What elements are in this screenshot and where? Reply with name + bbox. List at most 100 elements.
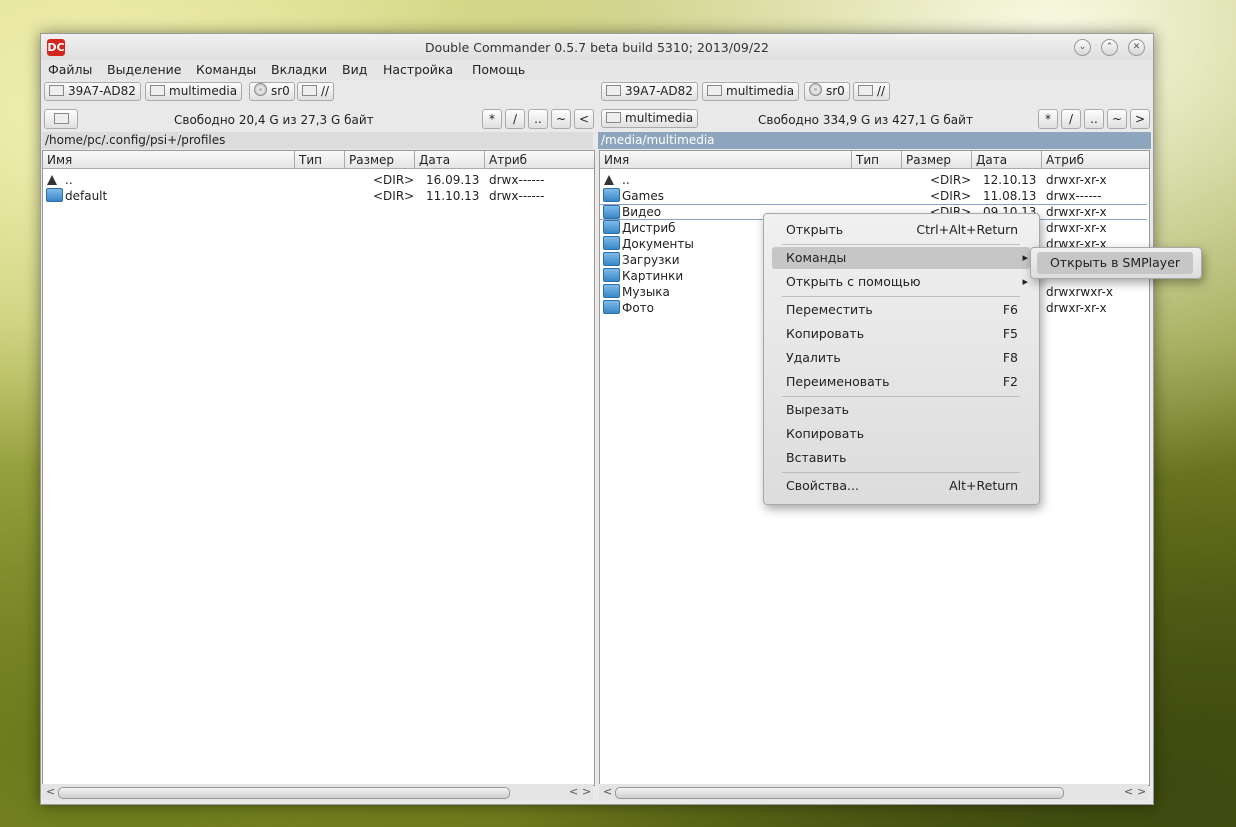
column-size[interactable]: Размер bbox=[345, 151, 415, 169]
left-root-button[interactable]: * bbox=[482, 109, 502, 129]
menu-item-paste[interactable]: Вставить bbox=[772, 447, 1030, 469]
right-path[interactable]: /media/multimedia bbox=[598, 132, 1151, 149]
left-free-space: Свободно 20,4 G из 27,3 G байт bbox=[174, 113, 374, 127]
scroll-right-icon[interactable]: > bbox=[582, 785, 591, 798]
drive-button[interactable]: multimedia bbox=[145, 82, 243, 101]
column-type[interactable]: Тип bbox=[295, 151, 345, 169]
folder-icon bbox=[603, 188, 620, 204]
folder-icon bbox=[603, 205, 620, 220]
drive-icon bbox=[707, 85, 722, 96]
scroll-left-icon[interactable]: < bbox=[603, 785, 612, 798]
folder-icon bbox=[603, 252, 620, 268]
table-row[interactable]: .. <DIR> 16.09.13 drwx------ bbox=[43, 172, 594, 188]
cdrom-icon bbox=[809, 83, 822, 96]
scroll-thumb[interactable] bbox=[615, 787, 1064, 799]
left-copy-path-button[interactable]: < bbox=[574, 109, 594, 129]
column-size[interactable]: Размер bbox=[902, 151, 972, 169]
right-copy-path-button[interactable]: > bbox=[1130, 109, 1150, 129]
menu-item-copy-clipboard[interactable]: Копировать bbox=[772, 423, 1030, 445]
menu-item-delete[interactable]: Удалить F8 bbox=[772, 347, 1030, 369]
scroll-thumb[interactable] bbox=[58, 787, 510, 799]
menu-bar: Файлы Выделение Команды Вкладки Вид Наст… bbox=[41, 60, 1153, 80]
maximize-icon[interactable]: ⌃ bbox=[1101, 39, 1118, 56]
title-bar[interactable]: DC Double Commander 0.5.7 beta build 531… bbox=[41, 34, 1153, 60]
network-icon bbox=[302, 85, 317, 96]
drive-button[interactable]: 39A7-AD82 bbox=[44, 82, 141, 101]
up-icon bbox=[47, 172, 57, 188]
right-home-button[interactable]: ~ bbox=[1107, 109, 1127, 129]
table-row[interactable]: Games <DIR> 11.08.13 drwx------ bbox=[600, 188, 1149, 204]
right-up-button[interactable]: .. bbox=[1084, 109, 1104, 129]
drive-button[interactable]: multimedia bbox=[702, 82, 800, 101]
folder-icon bbox=[603, 268, 620, 284]
submenu-arrow-icon: ▸ bbox=[1022, 251, 1028, 264]
menu-item-open-in-smplayer[interactable]: Открыть в SMPlayer bbox=[1037, 252, 1193, 274]
column-name[interactable]: Имя bbox=[43, 151, 295, 169]
menu-help[interactable]: Помощь bbox=[472, 62, 525, 77]
commands-submenu: Открыть в SMPlayer bbox=[1030, 247, 1202, 279]
window-title: Double Commander 0.5.7 beta build 5310; … bbox=[424, 40, 769, 55]
drive-icon bbox=[606, 85, 621, 96]
drive-button[interactable]: sr0 bbox=[249, 82, 295, 101]
menu-item-open[interactable]: Открыть Ctrl+Alt+Return bbox=[772, 219, 1030, 241]
folder-icon bbox=[603, 220, 620, 236]
right-root-button[interactable]: * bbox=[1038, 109, 1058, 129]
left-horizontal-scrollbar[interactable]: < < > bbox=[42, 784, 593, 800]
cdrom-icon bbox=[254, 83, 267, 96]
column-name[interactable]: Имя bbox=[600, 151, 852, 169]
column-date[interactable]: Дата bbox=[415, 151, 485, 169]
menu-item-commands[interactable]: Команды ▸ bbox=[772, 247, 1030, 269]
drive-button[interactable]: sr0 bbox=[804, 82, 850, 101]
left-home-button[interactable]: ~ bbox=[551, 109, 571, 129]
menu-tabs[interactable]: Вкладки bbox=[271, 62, 327, 77]
drive-button[interactable]: // bbox=[853, 82, 891, 101]
folder-icon bbox=[46, 188, 63, 204]
menu-separator bbox=[782, 296, 1020, 297]
column-type[interactable]: Тип bbox=[852, 151, 902, 169]
folder-icon bbox=[603, 236, 620, 252]
left-up-button[interactable]: .. bbox=[528, 109, 548, 129]
up-icon bbox=[604, 172, 614, 188]
context-menu: Открыть Ctrl+Alt+Return Команды ▸ Открыть … bbox=[763, 213, 1040, 505]
drive-icon bbox=[150, 85, 165, 96]
close-icon[interactable]: ✕ bbox=[1128, 39, 1145, 56]
right-drive-button[interactable]: multimedia bbox=[601, 109, 699, 128]
drive-icon bbox=[49, 85, 64, 96]
scroll-left-icon[interactable]: < bbox=[1124, 785, 1133, 798]
menu-item-cut[interactable]: Вырезать bbox=[772, 399, 1030, 421]
network-icon bbox=[858, 85, 873, 96]
drive-button[interactable]: // bbox=[297, 82, 335, 101]
right-slash-button[interactable]: / bbox=[1061, 109, 1081, 129]
drive-button[interactable]: 39A7-AD82 bbox=[601, 82, 698, 101]
column-attr[interactable]: Атриб bbox=[485, 151, 594, 169]
drive-icon bbox=[606, 112, 621, 123]
scroll-left-icon[interactable]: < bbox=[46, 785, 55, 798]
submenu-arrow-icon: ▸ bbox=[1022, 275, 1028, 288]
menu-selection[interactable]: Выделение bbox=[107, 62, 181, 77]
menu-separator bbox=[782, 396, 1020, 397]
menu-view[interactable]: Вид bbox=[342, 62, 367, 77]
menu-separator bbox=[782, 472, 1020, 473]
table-row[interactable]: default <DIR> 11.10.13 drwx------ bbox=[43, 188, 594, 204]
column-date[interactable]: Дата bbox=[972, 151, 1042, 169]
menu-item-rename[interactable]: Переименовать F2 bbox=[772, 371, 1030, 393]
left-slash-button[interactable]: / bbox=[505, 109, 525, 129]
scroll-left-icon[interactable]: < bbox=[569, 785, 578, 798]
menu-item-properties[interactable]: Свойства... Alt+Return bbox=[772, 475, 1030, 497]
folder-icon bbox=[603, 300, 620, 316]
right-free-space: Свободно 334,9 G из 427,1 G байт bbox=[758, 113, 973, 127]
minimize-icon[interactable]: ⌄ bbox=[1074, 39, 1091, 56]
menu-settings[interactable]: Настройка bbox=[383, 62, 453, 77]
column-attr[interactable]: Атриб bbox=[1042, 151, 1149, 169]
scroll-right-icon[interactable]: > bbox=[1137, 785, 1146, 798]
right-horizontal-scrollbar[interactable]: < < > bbox=[599, 784, 1148, 800]
menu-item-copy[interactable]: Копировать F5 bbox=[772, 323, 1030, 345]
menu-item-open-with[interactable]: Открыть с помощью ▸ bbox=[772, 271, 1030, 293]
menu-item-move[interactable]: Переместить F6 bbox=[772, 299, 1030, 321]
menu-files[interactable]: Файлы bbox=[48, 62, 92, 77]
left-path[interactable]: /home/pc/.config/psi+/profiles bbox=[42, 132, 593, 149]
table-row[interactable]: .. <DIR> 12.10.13 drwxr-xr-x bbox=[600, 172, 1149, 188]
left-drive-list-button[interactable] bbox=[44, 109, 78, 129]
left-file-panel[interactable]: Имя Тип Размер Дата Атриб .. <DIR> 16.09… bbox=[42, 150, 595, 786]
menu-commands[interactable]: Команды bbox=[196, 62, 256, 77]
